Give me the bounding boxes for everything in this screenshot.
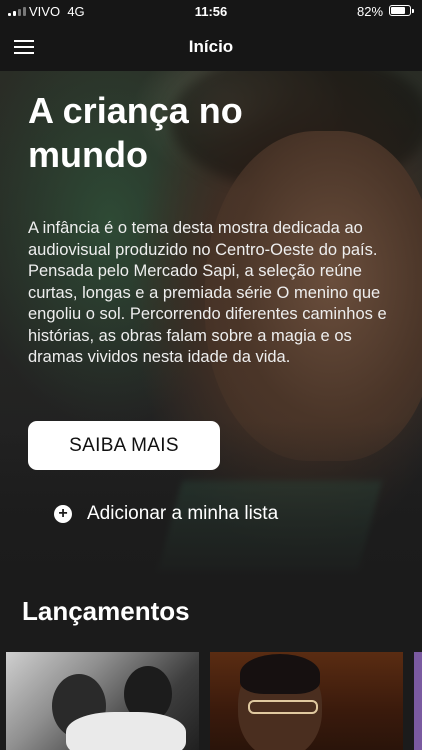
add-to-list-label: Adicionar a minha lista [87,503,279,524]
release-thumbnail[interactable] [210,652,403,750]
nav-bar: Início [0,24,422,71]
add-to-list-button[interactable]: + Adicionar a minha lista [54,503,278,525]
hero-image-clothing [157,481,383,571]
page-title: Início [188,37,234,56]
release-thumbnail[interactable] [414,652,422,750]
status-bar: VIVO 4G 11:56 82% [0,0,422,24]
release-thumbnail[interactable] [6,652,199,750]
plus-circle-icon: + [54,505,72,523]
battery-icon [389,5,414,16]
battery-percentage: 82% [357,4,384,19]
hero-description: A infância é o tema desta mostra dedicad… [28,219,387,366]
hero-title: A criança no mundo [28,90,243,175]
releases-carousel[interactable] [6,652,422,750]
releases-section-title: Lançamentos [22,596,190,626]
saiba-mais-button[interactable]: SAIBA MAIS [28,421,220,470]
